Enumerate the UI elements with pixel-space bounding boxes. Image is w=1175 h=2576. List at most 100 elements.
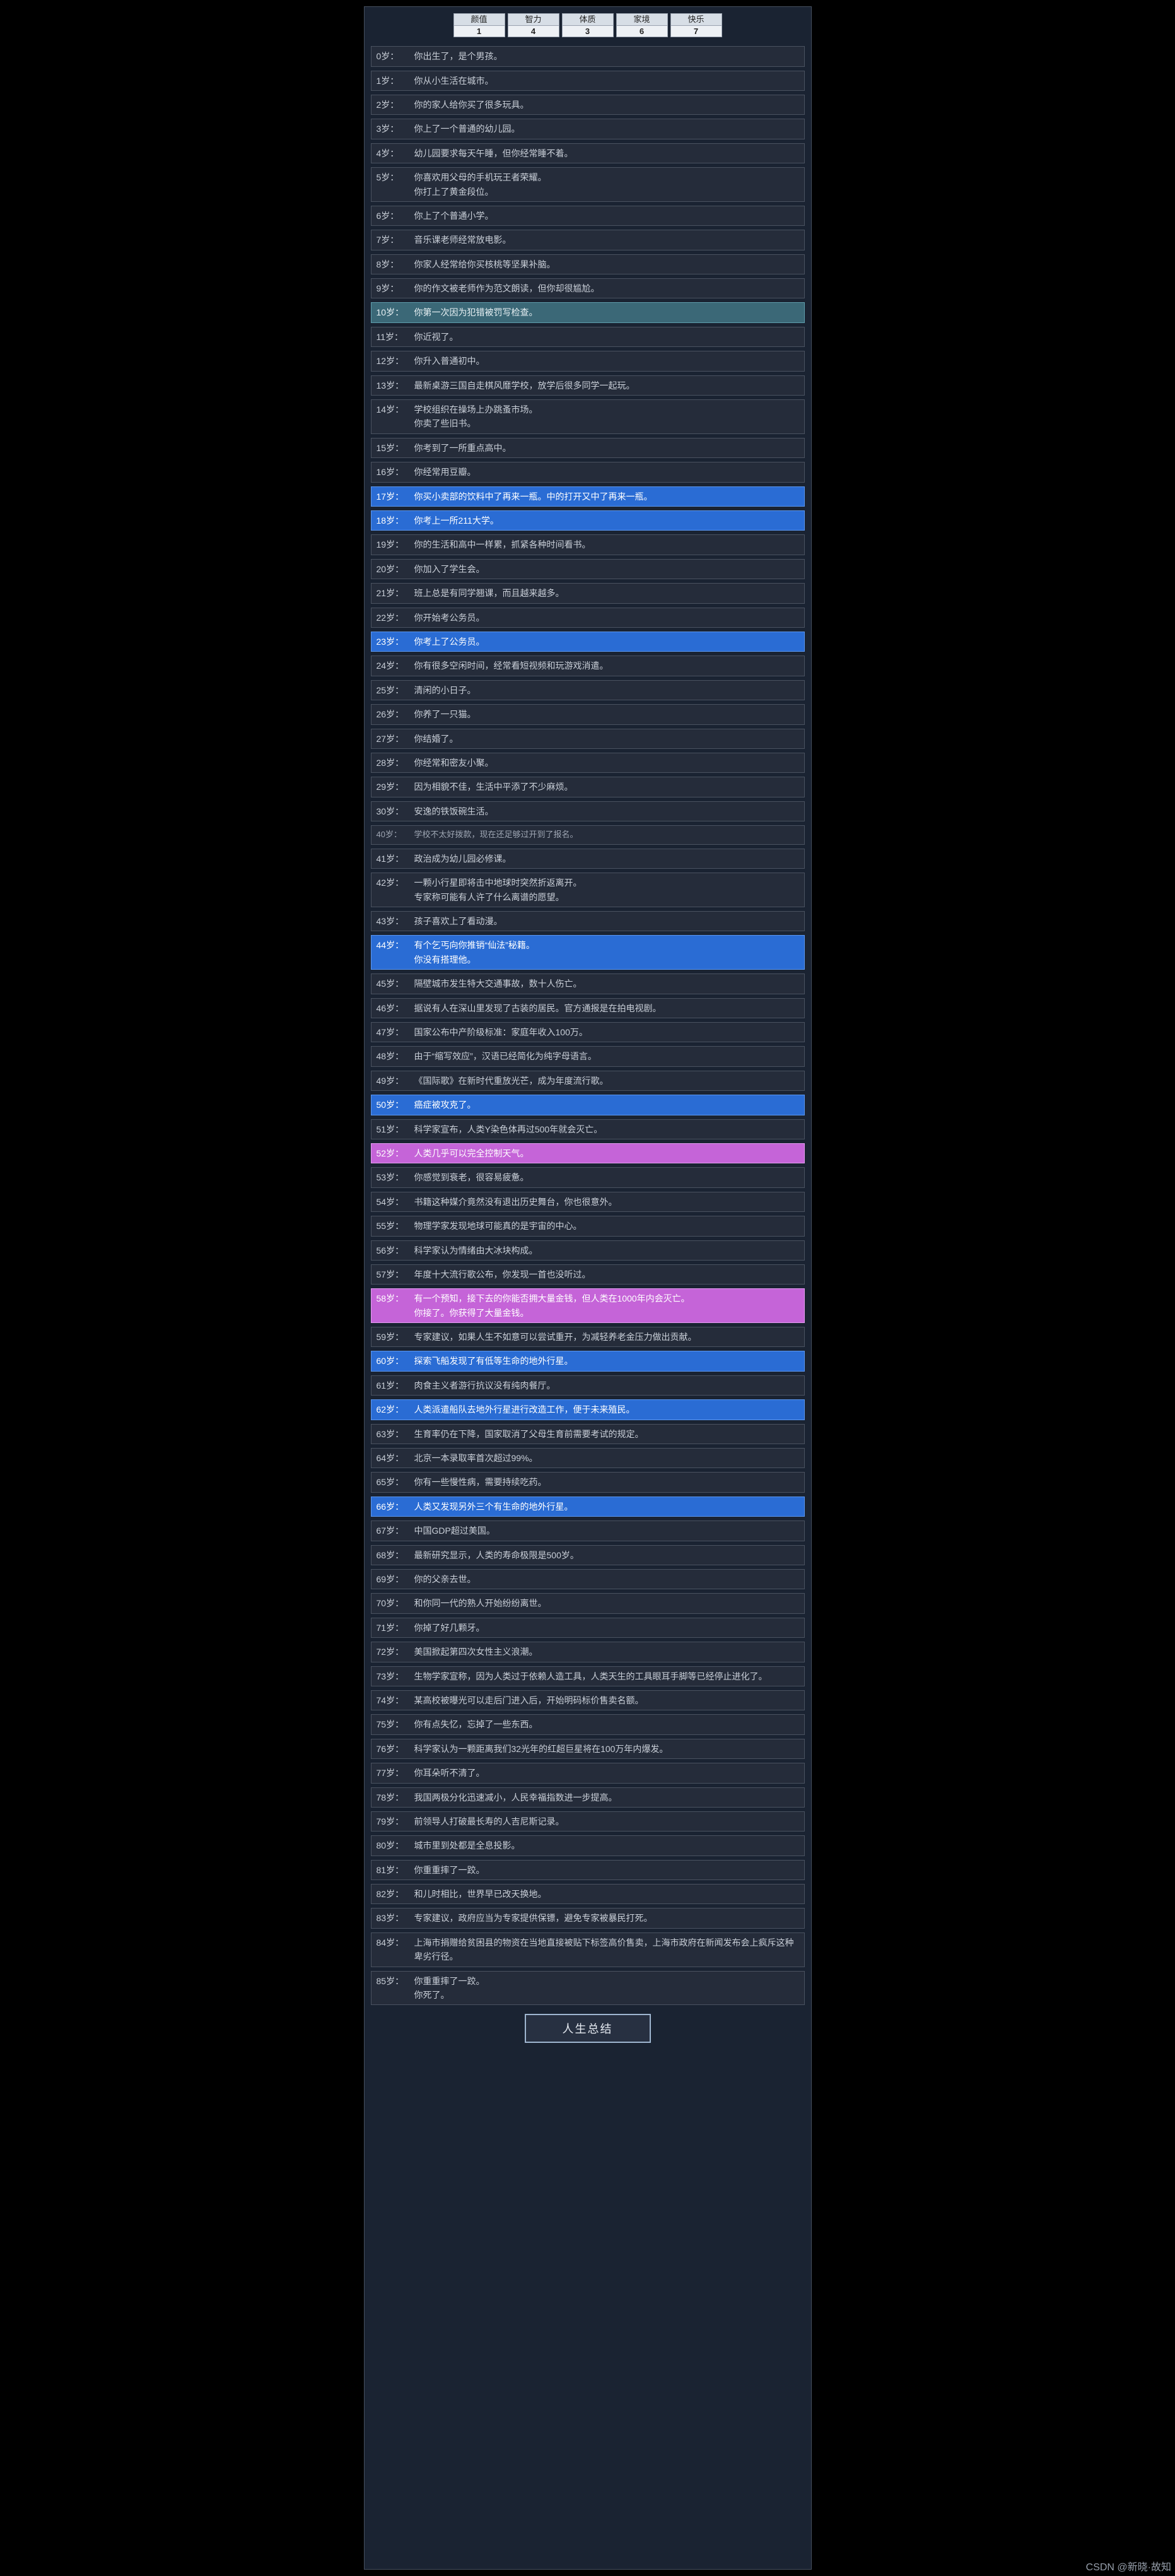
event-age: 70岁：: [377, 1596, 414, 1610]
event-age: 51岁：: [377, 1122, 414, 1136]
event-text: 有个乞丐向你推销“仙法”秘籍。 你没有搭理他。: [414, 938, 799, 967]
event-row: 78岁：我国两极分化迅速减小，人民幸福指数进一步提高。: [371, 1787, 805, 1808]
event-list[interactable]: 0岁：你出生了，是个男孩。1岁：你从小生活在城市。2岁：你的家人给你买了很多玩具…: [371, 46, 805, 2005]
stat-label: 智力: [508, 14, 559, 26]
event-text: 清闲的小日子。: [414, 683, 799, 697]
event-text: 生物学家宣称，因为人类过于依赖人造工具，人类天生的工具眼耳手脚等已经停止进化了。: [414, 1669, 799, 1683]
event-text: 音乐课老师经常放电影。: [414, 233, 799, 247]
stat-charm: 颜值 1: [453, 13, 505, 37]
event-text: 中国GDP超过美国。: [414, 1524, 799, 1538]
event-age: 16岁：: [377, 465, 414, 479]
event-text: 你经常用豆瓣。: [414, 465, 799, 479]
event-row: 0岁：你出生了，是个男孩。: [371, 46, 805, 66]
event-row: 66岁：人类又发现另外三个有生命的地外行星。: [371, 1497, 805, 1517]
event-age: 79岁：: [377, 1814, 414, 1828]
event-age: 71岁：: [377, 1621, 414, 1635]
stat-money: 家境 6: [616, 13, 668, 37]
event-age: 65岁：: [377, 1475, 414, 1489]
life-summary-button[interactable]: 人生总结: [525, 2014, 651, 2043]
event-row: 55岁：物理学家发现地球可能真的是宇宙的中心。: [371, 1216, 805, 1236]
event-row: 28岁：你经常和密友小聚。: [371, 753, 805, 773]
event-text: 你出生了，是个男孩。: [414, 49, 799, 63]
event-text: 你喜欢用父母的手机玩王者荣耀。 你打上了黄金段位。: [414, 170, 799, 199]
event-text: 你上了一个普通的幼儿园。: [414, 122, 799, 136]
event-age: 74岁：: [377, 1693, 414, 1707]
event-age: 10岁：: [377, 305, 414, 319]
event-text: 班上总是有同学翘课，而且越来越多。: [414, 586, 799, 600]
event-text: 北京一本录取率首次超过99%。: [414, 1451, 799, 1465]
event-age: 62岁：: [377, 1403, 414, 1416]
stat-happiness: 快乐 7: [670, 13, 722, 37]
event-age: 66岁：: [377, 1500, 414, 1514]
event-text: 你的生活和高中一样累，抓紧各种时间看书。: [414, 538, 799, 551]
event-row: 49岁：《国际歌》在新时代重放光芒，成为年度流行歌。: [371, 1071, 805, 1091]
event-row: 30岁：安逸的铁饭碗生活。: [371, 801, 805, 821]
event-text: 隔壁城市发生特大交通事故，数十人伤亡。: [414, 977, 799, 991]
event-text: 有一个预知，接下去的你能否拥大量金钱，但人类在1000年内会灭亡。 你接了。你获…: [414, 1291, 799, 1320]
stat-strength: 体质 3: [562, 13, 614, 37]
event-age: 0岁：: [377, 49, 414, 63]
event-age: 68岁：: [377, 1548, 414, 1562]
event-age: 52岁：: [377, 1146, 414, 1160]
event-age: 81岁：: [377, 1863, 414, 1877]
event-text: 你耳朵听不清了。: [414, 1766, 799, 1780]
event-age: 27岁：: [377, 732, 414, 746]
event-text: 国家公布中产阶级标准：家庭年收入100万。: [414, 1025, 799, 1039]
event-row: 53岁：你感觉到衰老，很容易疲惫。: [371, 1167, 805, 1187]
event-row: 64岁：北京一本录取率首次超过99%。: [371, 1448, 805, 1468]
event-row: 83岁：专家建议，政府应当为专家提供保镖，避免专家被暴民打死。: [371, 1908, 805, 1928]
event-text: 你有一些慢性病，需要持续吃药。: [414, 1475, 799, 1489]
event-text: 肉食主义者游行抗议没有纯肉餐厅。: [414, 1379, 799, 1392]
event-age: 1岁：: [377, 74, 414, 88]
event-text: 学校不太好拨款，现在还足够过开到了报名。: [414, 828, 799, 842]
event-row: 61岁：肉食主义者游行抗议没有纯肉餐厅。: [371, 1375, 805, 1396]
event-text: 科学家宣布，人类Y染色体再过500年就会灭亡。: [414, 1122, 799, 1136]
event-text: 你从小生活在城市。: [414, 74, 799, 88]
event-text: 和你同一代的熟人开始纷纷离世。: [414, 1596, 799, 1610]
event-text: 你感觉到衰老，很容易疲惫。: [414, 1170, 799, 1184]
event-row: 9岁：你的作文被老师作为范文朗读，但你却很尴尬。: [371, 278, 805, 298]
stat-intelligence: 智力 4: [508, 13, 559, 37]
stat-value: 6: [617, 26, 667, 37]
event-row: 29岁：因为相貌不佳，生活中平添了不少麻烦。: [371, 777, 805, 797]
event-row: 45岁：隔壁城市发生特大交通事故，数十人伤亡。: [371, 973, 805, 994]
event-age: 61岁：: [377, 1379, 414, 1392]
event-age: 22岁：: [377, 611, 414, 625]
event-age: 28岁：: [377, 756, 414, 770]
event-age: 24岁：: [377, 659, 414, 673]
event-text: 你考到了一所重点高中。: [414, 441, 799, 455]
event-age: 50岁：: [377, 1098, 414, 1112]
event-row: 25岁：清闲的小日子。: [371, 680, 805, 700]
event-text: 因为相貌不佳，生活中平添了不少麻烦。: [414, 780, 799, 794]
event-row: 46岁：据说有人在深山里发现了古装的居民。官方通报是在拍电视剧。: [371, 998, 805, 1018]
event-text: 最新桌游三国自走棋风靡学校，放学后很多同学一起玩。: [414, 379, 799, 392]
event-age: 23岁：: [377, 635, 414, 649]
event-text: 你升入普通初中。: [414, 354, 799, 368]
event-row: 11岁：你近视了。: [371, 327, 805, 347]
event-row: 1岁：你从小生活在城市。: [371, 71, 805, 91]
event-text: 你重重摔了一跤。 你死了。: [414, 1974, 799, 2003]
event-text: 孩子喜欢上了看动漫。: [414, 914, 799, 928]
event-row: 68岁：最新研究显示，人类的寿命极限是500岁。: [371, 1545, 805, 1565]
event-row: 77岁：你耳朵听不清了。: [371, 1763, 805, 1783]
event-age: 5岁：: [377, 170, 414, 184]
event-age: 6岁：: [377, 209, 414, 223]
event-text: 年度十大流行歌公布，你发现一首也没听过。: [414, 1267, 799, 1281]
event-age: 12岁：: [377, 354, 414, 368]
event-age: 40岁：: [377, 828, 414, 842]
event-age: 2岁：: [377, 98, 414, 112]
event-text: 你近视了。: [414, 330, 799, 344]
event-age: 57岁：: [377, 1267, 414, 1281]
event-age: 59岁：: [377, 1330, 414, 1344]
game-container: 颜值 1 智力 4 体质 3 家境 6 快乐 7 0岁：你出生了，是个男孩。1岁…: [364, 6, 812, 2570]
event-row: 4岁：幼儿园要求每天午睡，但你经常睡不着。: [371, 143, 805, 163]
event-row: 50岁：癌症被攻克了。: [371, 1095, 805, 1115]
event-text: 你考上一所211大学。: [414, 514, 799, 527]
event-age: 11岁：: [377, 330, 414, 344]
event-row: 73岁：生物学家宣称，因为人类过于依赖人造工具，人类天生的工具眼耳手脚等已经停止…: [371, 1666, 805, 1686]
event-age: 49岁：: [377, 1074, 414, 1088]
event-text: 你的作文被老师作为范文朗读，但你却很尴尬。: [414, 281, 799, 295]
event-row: 52岁：人类几乎可以完全控制天气。: [371, 1143, 805, 1163]
event-row: 3岁：你上了一个普通的幼儿园。: [371, 119, 805, 139]
stat-label: 体质: [563, 14, 613, 26]
